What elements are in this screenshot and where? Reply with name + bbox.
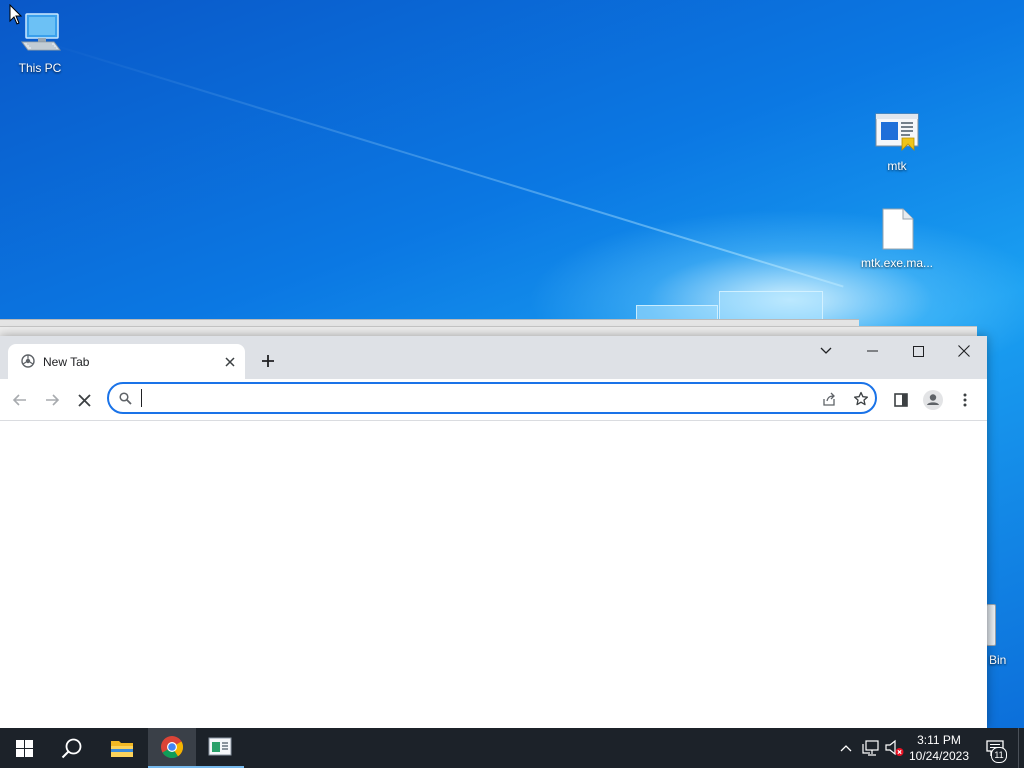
- taskbar-search-button[interactable]: [48, 728, 96, 768]
- desktop-icon-mtk[interactable]: mtk: [857, 112, 937, 173]
- chrome-window: New Tab: [0, 336, 987, 728]
- mtk-app-icon: [857, 112, 937, 157]
- network-tray-button[interactable]: [861, 738, 881, 758]
- windows-start-icon: [15, 739, 33, 757]
- chevron-up-icon: [840, 745, 852, 752]
- mtk-app-icon: [208, 737, 232, 756]
- recycle-bin-label: Bin: [989, 653, 1007, 667]
- chrome-newtab-icon: [21, 354, 35, 368]
- side-panel-icon: [894, 393, 908, 407]
- taskbar-mtk[interactable]: [196, 728, 244, 768]
- search-icon: [119, 392, 132, 405]
- tab-close-button[interactable]: [221, 353, 238, 370]
- wallpaper-light-beam: [39, 40, 844, 288]
- avatar-icon: [923, 390, 943, 410]
- new-tab-button[interactable]: [256, 349, 280, 373]
- network-icon: [862, 740, 879, 756]
- taskbar-file-explorer[interactable]: [98, 728, 146, 768]
- notification-count-badge: 11: [991, 747, 1007, 763]
- file-icon: [857, 207, 937, 254]
- close-icon: [958, 345, 970, 357]
- chrome-icon: [161, 736, 184, 759]
- forward-button[interactable]: [38, 386, 66, 414]
- start-button[interactable]: [0, 728, 48, 768]
- volume-muted-icon: [885, 739, 904, 756]
- star-icon: [853, 391, 869, 406]
- volume-tray-button[interactable]: [885, 738, 905, 758]
- chrome-titlebar[interactable]: New Tab: [0, 336, 987, 379]
- desktop-icon-label: mtk.exe.ma...: [860, 256, 934, 270]
- show-hidden-icons-button[interactable]: [836, 738, 856, 758]
- wallpaper-logo-pane: [719, 291, 823, 321]
- taskbar-clock[interactable]: 3:11 PM 10/24/2023: [904, 732, 974, 764]
- tab-title: New Tab: [43, 355, 90, 369]
- plus-icon: [262, 355, 274, 367]
- address-input[interactable]: [139, 388, 803, 410]
- desktop-icon-label: mtk: [887, 159, 907, 173]
- folder-icon: [111, 741, 133, 757]
- side-panel-button[interactable]: [887, 386, 915, 414]
- show-desktop-button[interactable]: [1018, 728, 1024, 768]
- tab-search-button[interactable]: [803, 336, 849, 366]
- taskbar-chrome[interactable]: [148, 728, 196, 768]
- chrome-menu-button[interactable]: [951, 386, 979, 414]
- search-icon: [61, 738, 82, 759]
- chevron-down-icon: [820, 347, 832, 354]
- close-icon: [77, 393, 91, 407]
- close-icon: [224, 356, 235, 367]
- tab-new-tab[interactable]: New Tab: [8, 344, 245, 379]
- back-button[interactable]: [6, 386, 34, 414]
- share-icon: [823, 392, 835, 406]
- bookmark-button[interactable]: [851, 389, 871, 409]
- maximize-icon: [912, 345, 924, 357]
- stop-loading-button[interactable]: [70, 386, 98, 414]
- close-window-button[interactable]: [941, 336, 987, 366]
- desktop-icon-label: This PC: [18, 61, 62, 75]
- address-bar[interactable]: [107, 382, 877, 414]
- desktop-icon-mtk-manifest[interactable]: mtk.exe.ma...: [857, 207, 937, 270]
- minimize-button[interactable]: [849, 336, 895, 366]
- taskbar: 3:11 PM 10/24/2023 11: [0, 728, 1024, 768]
- chrome-toolbar: [0, 379, 987, 421]
- profile-button[interactable]: [919, 386, 947, 414]
- arrow-right-icon: [46, 394, 60, 406]
- maximize-button[interactable]: [895, 336, 941, 366]
- page-content[interactable]: [0, 421, 987, 728]
- share-button[interactable]: [819, 389, 839, 409]
- text-caret: [141, 389, 142, 407]
- clock-time: 3:11 PM: [917, 733, 961, 747]
- arrow-left-icon: [12, 394, 26, 406]
- clock-date: 10/24/2023: [908, 749, 970, 763]
- recycle-bin-icon[interactable]: [986, 604, 996, 646]
- more-vertical-icon: [963, 393, 967, 407]
- minimize-icon: [866, 350, 878, 352]
- mouse-cursor-icon: [9, 4, 23, 25]
